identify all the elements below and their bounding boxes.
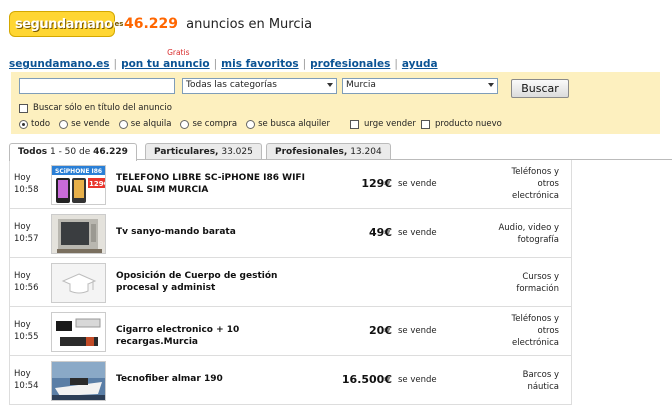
radio-icon: [180, 119, 190, 129]
listing-thumbnail[interactable]: [51, 214, 106, 254]
ad-type-filter: todo se vende se alquila se compra se bu…: [19, 119, 339, 129]
list-item[interactable]: Hoy 10:54 Tecnofiber almar 190 16.500€ se…: [10, 356, 571, 405]
gratis-badge: Gratis: [167, 48, 190, 57]
title-only-checkbox[interactable]: [19, 103, 28, 113]
list-item[interactable]: Hoy 10:55 Cigarro electronico + 10 recarg…: [10, 307, 571, 356]
region-select-value: Murcia: [346, 80, 376, 90]
filter-se-compra[interactable]: se compra: [180, 119, 237, 129]
new-product-option[interactable]: producto nuevo: [421, 119, 502, 129]
list-item[interactable]: Hoy10:58 SCiPHONE I86 129€ TELEFONO LIBR…: [10, 160, 571, 209]
listing-type: se vende: [398, 228, 437, 238]
listing-thumbnail[interactable]: [51, 312, 106, 352]
filter-se-alquila[interactable]: se alquila: [118, 119, 171, 129]
listing-type: se vende: [398, 179, 437, 189]
urgent-option[interactable]: urge vender: [350, 119, 416, 129]
radio-icon: [246, 119, 256, 129]
logo-suffix: es: [114, 18, 124, 30]
page: segundamano es 46.229 anuncios en Murcia…: [0, 0, 672, 409]
listing-category: Audio, video y fotografía: [498, 223, 559, 245]
radio-icon: [118, 119, 128, 129]
listing-thumbnail[interactable]: SCiPHONE I86 129€: [51, 165, 106, 205]
listing-type: se vende: [398, 326, 437, 336]
listing-category: Cursos y formación: [516, 272, 559, 294]
listing-title[interactable]: Cigarro electronico + 10 recargas.Murcia: [116, 324, 321, 348]
region-select[interactable]: Murcia: [342, 78, 498, 94]
listing-time: Hoy 10:57: [14, 222, 39, 244]
boat-ad-image: [52, 362, 105, 400]
search-input[interactable]: [19, 78, 175, 94]
listing-time: Hoy 10:56: [14, 271, 39, 293]
listing-price: 129€: [361, 177, 392, 190]
main-nav: segundamano.es | Gratis pon tu anuncio | mis …: [9, 48, 438, 70]
ad-count-line: 46.229 anuncios en Murcia: [124, 16, 312, 32]
listing-title[interactable]: TELEFONO LIBRE SC-iPHONE I86 WIFI DUAL S…: [116, 172, 321, 196]
filter-se-vende[interactable]: se vende: [59, 119, 110, 129]
urgent-label: urge vender: [364, 119, 416, 129]
filter-se-busca-alquiler[interactable]: se busca alquiler: [246, 119, 330, 129]
listing-price: 20€: [369, 324, 392, 337]
tab-todos[interactable]: Todos 1 - 50 de 46.229: [9, 143, 137, 161]
chevron-down-icon: [327, 83, 333, 87]
filter-todo[interactable]: todo: [19, 119, 50, 129]
ad-count: 46.229: [124, 16, 179, 32]
listing-thumbnail[interactable]: [51, 263, 106, 303]
logo-text: segundamano: [15, 16, 113, 32]
listing-thumbnail[interactable]: [51, 361, 106, 401]
nav-professionals[interactable]: profesionales: [310, 58, 390, 70]
listing-time: Hoy 10:55: [14, 320, 39, 342]
tv-ad-image: [52, 215, 105, 253]
list-item[interactable]: Hoy 10:57 Tv sanyo-mando barata 49€ se ve…: [10, 209, 571, 258]
listing-category: Teléfonos y otros electrónica: [511, 314, 559, 348]
nav-help[interactable]: ayuda: [402, 58, 438, 70]
header: segundamano es 46.229 anuncios en Murcia: [0, 0, 672, 52]
listing-time: Hoy 10:58: [14, 173, 39, 195]
listing-title[interactable]: Tecnofiber almar 190: [116, 373, 321, 385]
nav-home[interactable]: segundamano.es: [9, 58, 110, 70]
urgent-checkbox[interactable]: [350, 119, 359, 129]
ad-count-suffix: anuncios en Murcia: [186, 17, 313, 32]
tab-particulares[interactable]: Particulares, 33.025: [145, 143, 262, 160]
new-product-checkbox[interactable]: [421, 119, 430, 129]
e-cigarette-ad-image: [52, 313, 105, 351]
site-logo[interactable]: segundamano es: [9, 11, 124, 37]
svg-text:129€: 129€: [89, 180, 106, 188]
search-button[interactable]: Buscar: [511, 79, 569, 98]
listing-price: 16.500€: [341, 373, 392, 386]
listing-category: Teléfonos y otros electrónica: [511, 167, 559, 201]
category-select-value: Todas las categorías: [186, 80, 277, 90]
search-panel: Todas las categorías Murcia Buscar Busca…: [11, 72, 660, 134]
listing-price: 49€: [369, 226, 392, 239]
listing-category: Barcos y náutica: [522, 370, 559, 392]
radio-icon: [59, 119, 69, 129]
new-product-label: producto nuevo: [435, 119, 502, 129]
title-only-option[interactable]: Buscar sólo en título del anuncio: [19, 103, 172, 113]
listing-title[interactable]: Oposición de Cuerpo de gestión procesal …: [116, 270, 321, 294]
listing-table: Hoy10:58 SCiPHONE I86 129€ TELEFONO LIBR…: [9, 160, 572, 405]
title-only-label: Buscar sólo en título del anuncio: [33, 103, 172, 113]
graduation-cap-icon: [52, 264, 105, 302]
listing-time: Hoy 10:54: [14, 369, 39, 391]
listing-title[interactable]: Tv sanyo-mando barata: [116, 226, 321, 238]
category-select[interactable]: Todas las categorías: [182, 78, 337, 94]
chevron-down-icon: [488, 83, 494, 87]
tab-profesionales[interactable]: Profesionales, 13.204: [266, 143, 391, 160]
listing-tabs: Todos 1 - 50 de 46.229 Particulares, 33.…: [9, 143, 672, 161]
radio-icon: [19, 119, 28, 129]
phone-ad-image: SCiPHONE I86 129€: [52, 166, 106, 204]
svg-text:SCiPHONE I86: SCiPHONE I86: [55, 168, 102, 175]
list-item[interactable]: Hoy 10:56 Oposición de Cuerpo de gestión …: [10, 258, 571, 307]
nav-post-ad[interactable]: pon tu anuncio: [121, 58, 210, 70]
listing-type: se vende: [398, 375, 437, 385]
nav-favorites[interactable]: mis favoritos: [221, 58, 298, 70]
